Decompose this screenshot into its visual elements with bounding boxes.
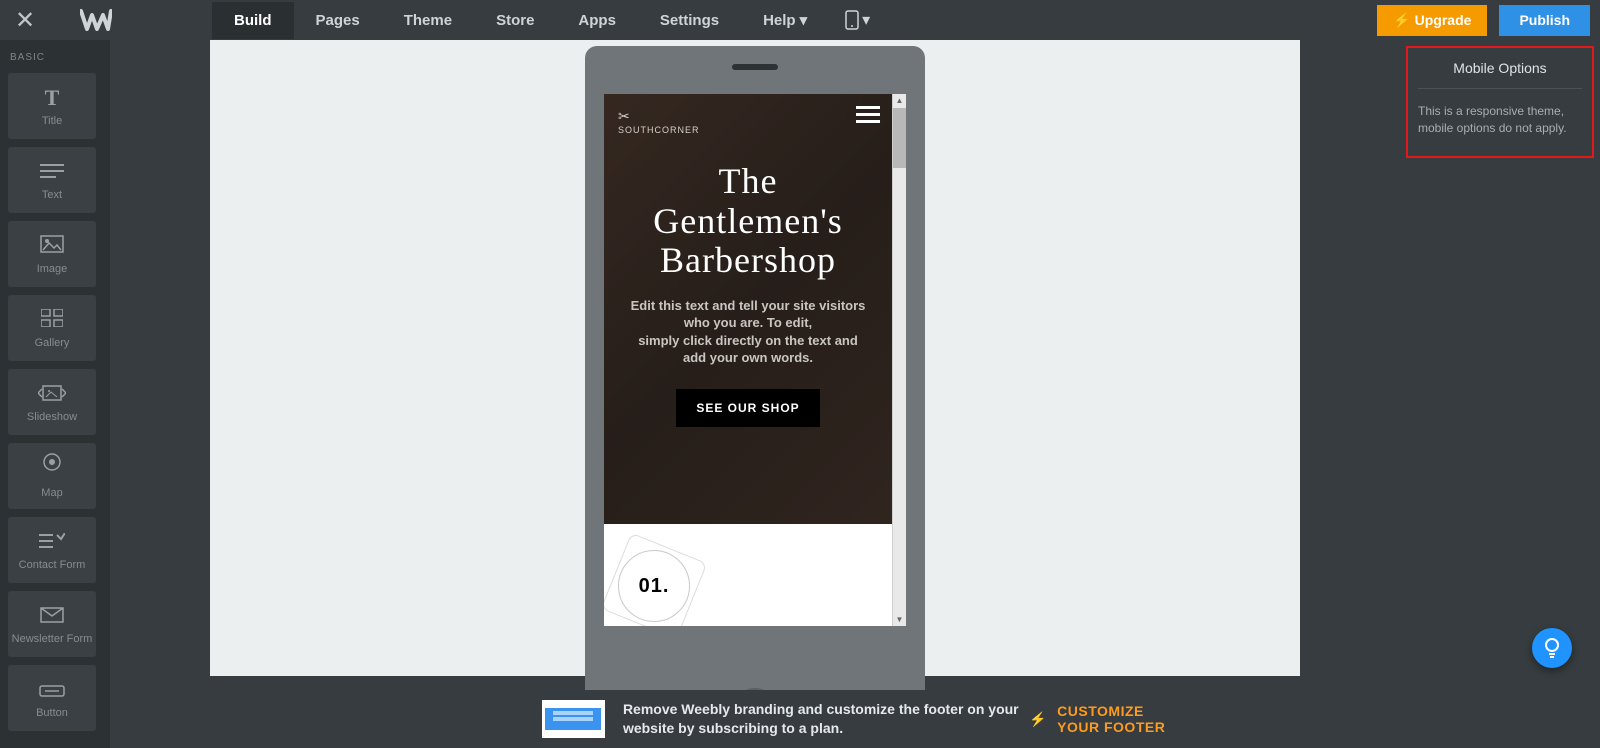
nav-help-label: Help	[763, 12, 796, 29]
lightbulb-icon	[1543, 637, 1561, 659]
hero-cta-button[interactable]: SEE OUR SHOP	[676, 389, 819, 427]
sidebar-section-basic: BASIC	[8, 52, 102, 63]
brand-text: SOUTHCORNER	[618, 125, 700, 135]
form-icon	[39, 529, 65, 555]
mobile-options-title: Mobile Options	[1418, 60, 1582, 89]
element-newsletter-form[interactable]: Newsletter Form	[8, 591, 96, 657]
nav-pages[interactable]: Pages	[294, 2, 382, 39]
hero-subtitle[interactable]: Edit this text and tell your site visito…	[622, 297, 874, 367]
scrollbar-thumb[interactable]	[893, 108, 906, 168]
elements-sidebar: BASIC T Title Text Image Gallery Slidesh…	[0, 40, 110, 748]
element-title[interactable]: T Title	[8, 73, 96, 139]
section-01[interactable]: 01.	[604, 524, 892, 626]
publish-button[interactable]: Publish	[1499, 5, 1590, 36]
hamburger-menu-icon[interactable]	[856, 106, 880, 124]
footer-preview-thumb	[542, 700, 605, 738]
nav-apps[interactable]: Apps	[556, 2, 638, 39]
gallery-icon	[41, 307, 63, 333]
device-switcher[interactable]: ▾	[845, 10, 870, 30]
weebly-logo-icon[interactable]	[80, 9, 112, 31]
phone-speaker	[732, 64, 778, 70]
envelope-icon	[40, 603, 64, 629]
element-gallery[interactable]: Gallery	[8, 295, 96, 361]
hero-section[interactable]: ✂ SOUTHCORNER The Gentlemen's Barbershop…	[604, 94, 892, 524]
nav-build[interactable]: Build	[212, 2, 294, 39]
nav-settings[interactable]: Settings	[638, 2, 741, 39]
nav-store[interactable]: Store	[474, 2, 556, 39]
mobile-preview-screen[interactable]: ✂ SOUTHCORNER The Gentlemen's Barbershop…	[604, 94, 906, 626]
element-contact-form[interactable]: Contact Form	[8, 517, 96, 583]
scissors-icon: ✂	[618, 108, 700, 125]
lightning-icon: ⚡	[1029, 711, 1047, 728]
footer-upsell-bar: Remove Weebly branding and customize the…	[220, 690, 1200, 748]
scroll-up-icon[interactable]: ▲	[893, 96, 906, 105]
scroll-down-icon[interactable]: ▼	[893, 615, 906, 624]
close-icon[interactable]: ✕	[10, 6, 40, 35]
nav-theme[interactable]: Theme	[382, 2, 474, 39]
canvas-background: ✂ SOUTHCORNER The Gentlemen's Barbershop…	[210, 40, 1300, 676]
title-icon: T	[45, 85, 60, 111]
element-text[interactable]: Text	[8, 147, 96, 213]
footer-upsell-text: Remove Weebly branding and customize the…	[623, 700, 1029, 738]
editor-canvas: ✂ SOUTHCORNER The Gentlemen's Barbershop…	[110, 40, 1400, 748]
top-bar: ✕ Build Pages Theme Store Apps Settings …	[0, 0, 1600, 40]
element-image[interactable]: Image	[8, 221, 96, 287]
image-icon	[40, 233, 64, 259]
element-map[interactable]: Map	[8, 443, 96, 509]
mobile-options-text: This is a responsive theme, mobile optio…	[1418, 103, 1582, 138]
nav-help[interactable]: Help ▾	[741, 1, 829, 39]
site-brand[interactable]: ✂ SOUTHCORNER	[618, 108, 700, 135]
element-slideshow[interactable]: Slideshow	[8, 369, 96, 435]
help-bubble-button[interactable]	[1532, 628, 1572, 668]
section-number-badge: 01.	[618, 550, 690, 622]
preview-scrollbar[interactable]: ▲ ▼	[892, 94, 906, 626]
chevron-down-icon: ▾	[862, 10, 870, 30]
upgrade-label: Upgrade	[1415, 12, 1472, 28]
hero-title[interactable]: The Gentlemen's Barbershop	[622, 162, 874, 281]
lightning-icon: ⚡	[1393, 12, 1410, 29]
chevron-down-icon: ▾	[800, 11, 808, 29]
mobile-options-panel: Mobile Options This is a responsive them…	[1406, 46, 1594, 158]
element-button[interactable]: Button	[8, 665, 96, 731]
slideshow-icon	[38, 381, 66, 407]
button-icon	[39, 677, 65, 703]
text-icon	[40, 159, 64, 185]
mobile-preview-frame: ✂ SOUTHCORNER The Gentlemen's Barbershop…	[585, 46, 925, 726]
main-nav: Build Pages Theme Store Apps Settings He…	[212, 1, 870, 39]
map-pin-icon	[42, 453, 62, 483]
upgrade-button[interactable]: ⚡ Upgrade	[1377, 5, 1487, 36]
customize-footer-button[interactable]: ⚡ CUSTOMIZE YOUR FOOTER	[1029, 703, 1178, 735]
topbar-actions: ⚡ Upgrade Publish	[1377, 5, 1590, 36]
